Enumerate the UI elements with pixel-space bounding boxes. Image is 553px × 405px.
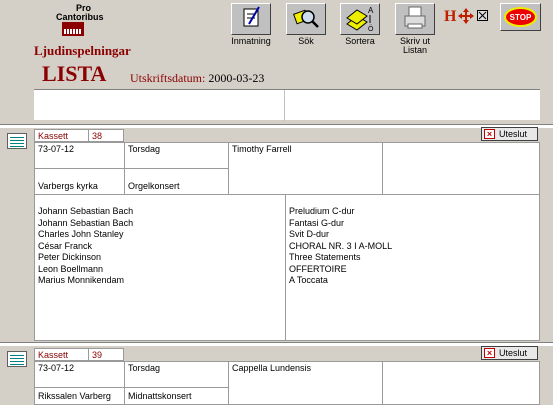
printer-icon xyxy=(395,3,435,35)
exclude-label: Uteslut xyxy=(499,129,528,139)
record-open-button[interactable] xyxy=(7,133,27,149)
header-panel-divider xyxy=(284,90,285,121)
h-icon[interactable]: H xyxy=(444,8,456,26)
pen-edit-icon xyxy=(231,3,271,35)
record: Kassett 38 × Uteslut 73-07-12 Torsdag Tim… xyxy=(0,127,553,341)
toolbar-search-label: Sök xyxy=(298,36,314,46)
svg-text:A: A xyxy=(368,6,374,15)
toolbar-search-button[interactable]: Sök xyxy=(280,3,332,46)
record-extra xyxy=(382,361,540,405)
record-open-button[interactable] xyxy=(7,351,27,367)
record-type: Kassett xyxy=(34,348,89,361)
stop-label: STOP xyxy=(509,13,532,22)
arrows-move-icon[interactable] xyxy=(458,8,474,24)
list-item: Fantasi G-dur xyxy=(289,217,345,228)
record-day: Torsdag xyxy=(124,142,229,169)
toolbar-print-button[interactable]: Skriv ut Listan xyxy=(389,3,441,55)
logo-name-text: Cantoribus xyxy=(56,12,104,22)
toolbar-sort-label: Sortera xyxy=(345,36,375,46)
record-place: Rikssalen Varberg xyxy=(34,387,125,405)
list-item: Three Statements xyxy=(289,252,361,262)
record-separator xyxy=(0,342,553,346)
exclude-button[interactable]: × Uteslut xyxy=(481,346,538,360)
list-item: César Franck xyxy=(38,240,93,251)
svg-text:Ö: Ö xyxy=(368,25,374,32)
list-item: Charles John Stanley xyxy=(38,229,124,239)
work-list: Preludium C-dur Fantasi G-dur Svit D-dur… xyxy=(285,194,540,341)
exclude-icon: × xyxy=(484,129,495,139)
record-date: 73-07-12 xyxy=(34,142,125,169)
piano-icon xyxy=(62,22,84,36)
record-event: Orgelkonsert xyxy=(124,168,229,195)
list-item: Svit D-dur xyxy=(289,229,330,239)
stop-icon: STOP xyxy=(504,7,537,27)
page-title: LISTA xyxy=(42,61,107,86)
toolbar-sort-button[interactable]: AÖ Sortera xyxy=(334,3,386,46)
list-item: Preludium C-dur xyxy=(289,206,355,216)
record: Kassett 39 × Uteslut 73-07-12 Torsdag Cap… xyxy=(0,346,553,405)
list-item: OFFERTOIRE xyxy=(289,263,347,274)
record-number: 39 xyxy=(88,348,124,361)
record-number: 38 xyxy=(88,129,124,142)
print-date: Utskriftsdatum: 2000-03-23 xyxy=(130,71,264,86)
record-event: Midnattskonsert xyxy=(124,387,229,405)
record-day: Torsdag xyxy=(124,361,229,388)
list-item: CHORAL NR. 3 I A-MOLL xyxy=(289,240,393,251)
page-subtitle: Ljudinspelningar xyxy=(34,43,131,58)
list-item: Johann Sebastian Bach xyxy=(38,217,134,228)
toolbar-input-button[interactable]: Inmatning xyxy=(225,3,277,46)
list-item: Johann Sebastian Bach xyxy=(38,206,134,216)
record-date: 73-07-12 xyxy=(34,361,125,388)
exclude-button[interactable]: × Uteslut xyxy=(481,127,538,141)
app-logo: Pro Cantoribus xyxy=(52,3,116,43)
magnifier-search-icon xyxy=(286,3,326,35)
toolbar-print-label: Skriv ut Listan xyxy=(399,36,430,55)
header-panel xyxy=(34,89,540,121)
list-item: Marius Monnikendam xyxy=(38,275,125,285)
print-date-value: 2000-03-23 xyxy=(208,71,265,85)
record-type: Kassett xyxy=(34,129,89,142)
record-performer: Timothy Farrell xyxy=(228,142,383,195)
exclude-icon: × xyxy=(484,348,495,358)
exclude-label: Uteslut xyxy=(499,348,528,358)
list-item: Leon Boellmann xyxy=(38,263,104,274)
sort-az-icon: AÖ xyxy=(340,3,380,35)
close-box-icon[interactable] xyxy=(477,10,488,21)
record-performer: Cappella Lundensis xyxy=(228,361,383,405)
composer-list: Johann Sebastian Bach Johann Sebastian B… xyxy=(34,194,286,341)
toolbar-input-label: Inmatning xyxy=(231,36,271,46)
print-date-label: Utskriftsdatum: xyxy=(130,71,206,85)
record-place: Varbergs kyrka xyxy=(34,168,125,195)
record-extra xyxy=(382,142,540,195)
list-item: Peter Dickinson xyxy=(38,252,102,262)
stop-button[interactable]: STOP xyxy=(500,3,541,31)
list-item: A Toccata xyxy=(289,275,328,285)
